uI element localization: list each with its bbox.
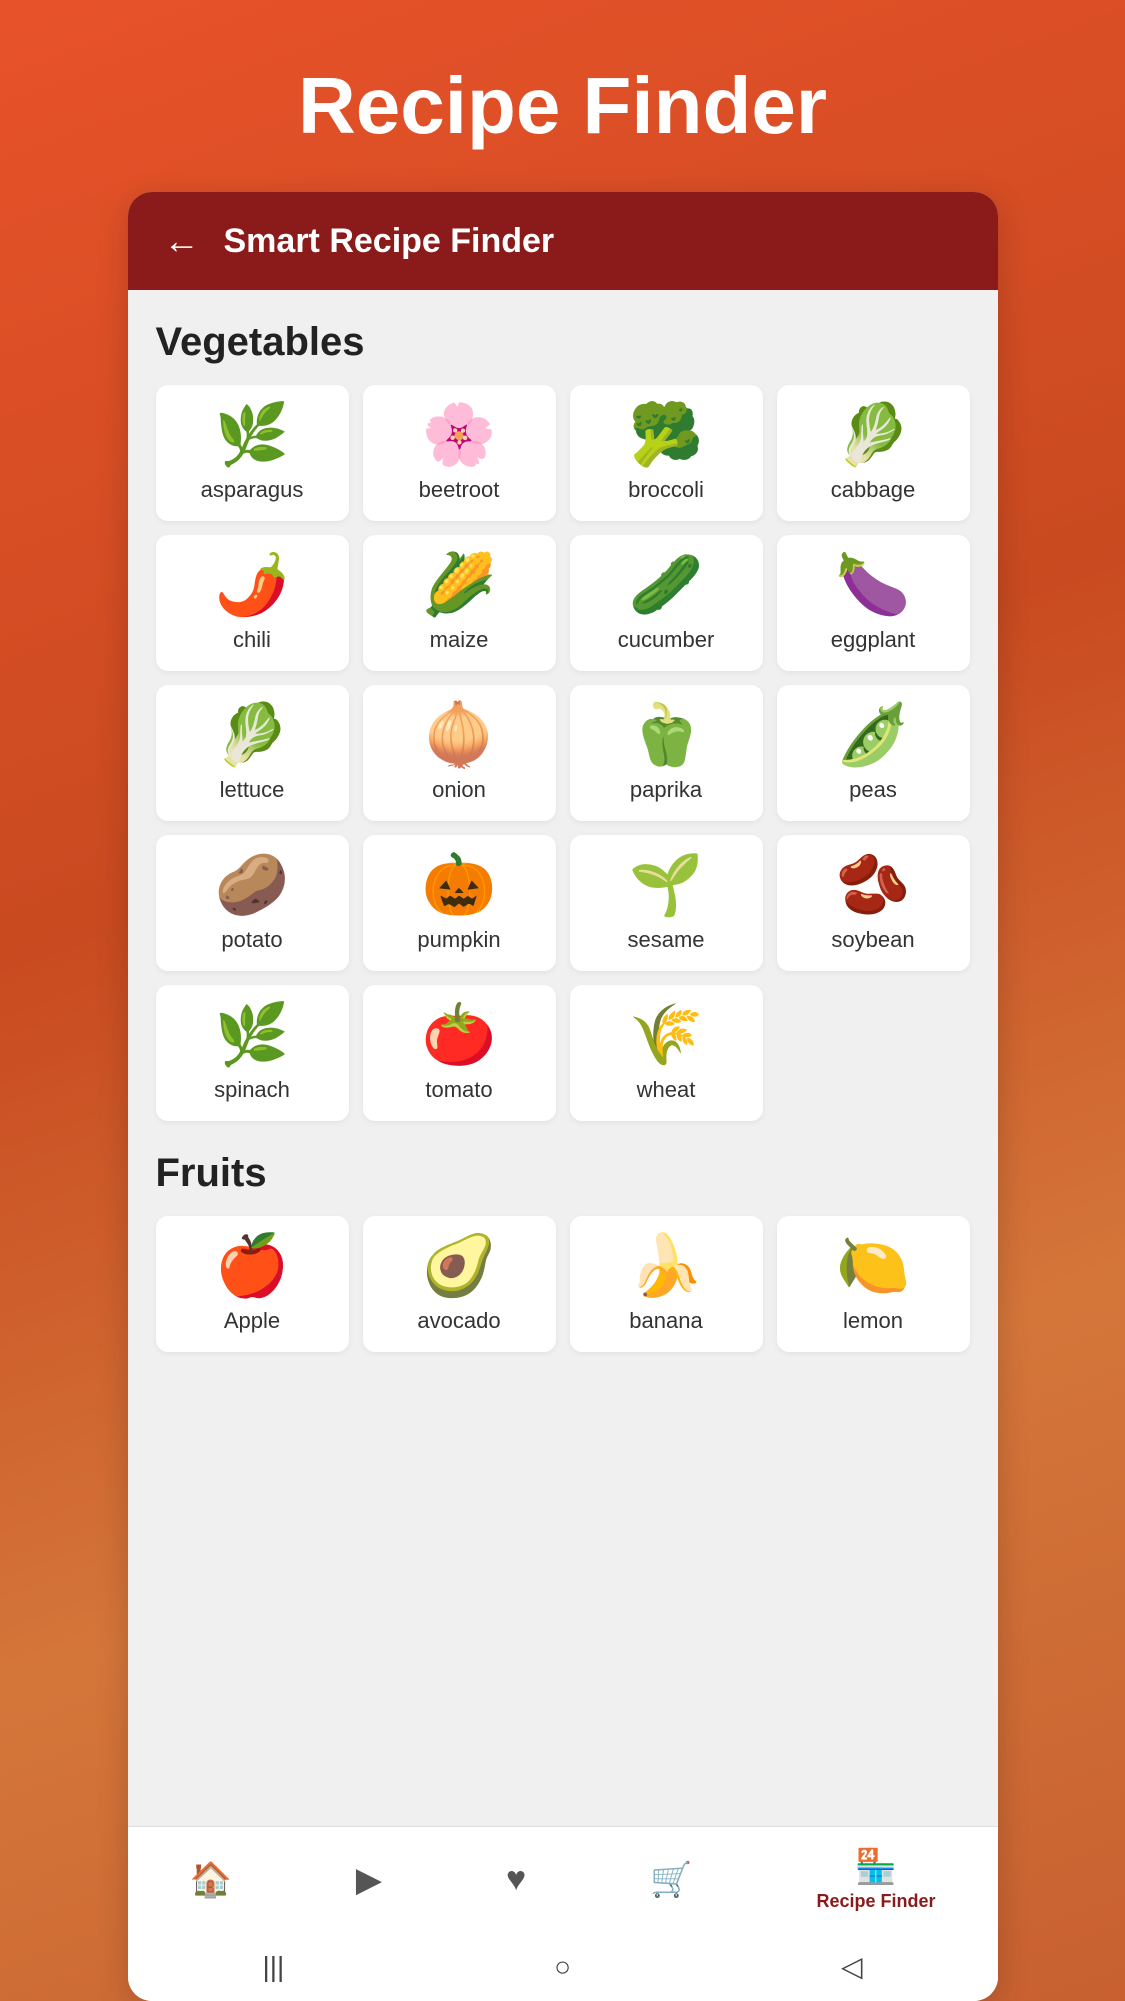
cabbage-icon: 🥬 bbox=[836, 405, 911, 465]
paprika-label: paprika bbox=[630, 777, 702, 803]
food-item-onion[interactable]: 🧅 onion bbox=[363, 685, 556, 821]
food-item-soybean[interactable]: 🫘 soybean bbox=[777, 835, 970, 971]
beetroot-icon: 🌸 bbox=[422, 405, 497, 465]
food-item-eggplant[interactable]: 🍆 eggplant bbox=[777, 535, 970, 671]
menu-button[interactable]: ||| bbox=[262, 1951, 284, 1983]
food-item-wheat[interactable]: 🌾 wheat bbox=[570, 985, 763, 1121]
food-item-lettuce[interactable]: 🥬 lettuce bbox=[156, 685, 349, 821]
heart-icon: ♥ bbox=[506, 1860, 526, 1899]
asparagus-icon: 🌿 bbox=[215, 405, 290, 465]
food-item-beetroot[interactable]: 🌸 beetroot bbox=[363, 385, 556, 521]
nav-home[interactable]: 🏠 bbox=[169, 1856, 251, 1904]
broccoli-icon: 🥦 bbox=[629, 405, 704, 465]
empty-placeholder bbox=[777, 985, 970, 1121]
sesame-label: sesame bbox=[627, 927, 704, 953]
avocado-icon: 🥑 bbox=[422, 1236, 497, 1296]
card-header: ← Smart Recipe Finder bbox=[128, 192, 998, 290]
food-item-cabbage[interactable]: 🥬 cabbage bbox=[777, 385, 970, 521]
paprika-icon: 🫑 bbox=[629, 705, 704, 765]
home-button[interactable]: ○ bbox=[554, 1951, 571, 1983]
back-button[interactable]: ← bbox=[164, 220, 200, 262]
broccoli-label: broccoli bbox=[628, 477, 704, 503]
eggplant-label: eggplant bbox=[831, 627, 915, 653]
nav-recipe-finder[interactable]: 🏪 Recipe Finder bbox=[796, 1843, 955, 1916]
cucumber-label: cucumber bbox=[618, 627, 715, 653]
vegetables-grid: 🌿 asparagus 🌸 beetroot 🥦 broccoli 🥬 cabb… bbox=[156, 385, 970, 1121]
cart-icon: 🛒 bbox=[650, 1860, 692, 1900]
food-item-pumpkin[interactable]: 🎃 pumpkin bbox=[363, 835, 556, 971]
food-item-sesame[interactable]: 🌱 sesame bbox=[570, 835, 763, 971]
food-item-peas[interactable]: 🫛 peas bbox=[777, 685, 970, 821]
fruits-section-title: Fruits bbox=[156, 1151, 970, 1196]
apple-label: Apple bbox=[224, 1308, 280, 1334]
tomato-icon: 🍅 bbox=[422, 1005, 497, 1065]
food-item-banana[interactable]: 🍌 banana bbox=[570, 1216, 763, 1352]
pumpkin-icon: 🎃 bbox=[422, 855, 497, 915]
sesame-icon: 🌱 bbox=[629, 855, 704, 915]
food-item-lemon[interactable]: 🍋 lemon bbox=[777, 1216, 970, 1352]
pumpkin-label: pumpkin bbox=[417, 927, 500, 953]
food-item-cucumber[interactable]: 🥒 cucumber bbox=[570, 535, 763, 671]
lettuce-label: lettuce bbox=[220, 777, 285, 803]
potato-label: potato bbox=[221, 927, 282, 953]
eggplant-icon: 🍆 bbox=[836, 555, 911, 615]
soybean-icon: 🫘 bbox=[836, 855, 911, 915]
back-system-button[interactable]: ◁ bbox=[841, 1950, 863, 1983]
soybean-label: soybean bbox=[831, 927, 914, 953]
potato-icon: 🥔 bbox=[215, 855, 290, 915]
spinach-icon: 🌿 bbox=[215, 1005, 290, 1065]
food-item-avocado[interactable]: 🥑 avocado bbox=[363, 1216, 556, 1352]
cucumber-icon: 🥒 bbox=[629, 555, 704, 615]
nav-favorites[interactable]: ♥ bbox=[486, 1856, 546, 1903]
wheat-icon: 🌾 bbox=[629, 1005, 704, 1065]
maize-label: maize bbox=[430, 627, 489, 653]
apple-icon: 🍎 bbox=[215, 1236, 290, 1296]
chili-label: chili bbox=[233, 627, 271, 653]
onion-icon: 🧅 bbox=[422, 705, 497, 765]
food-item-asparagus[interactable]: 🌿 asparagus bbox=[156, 385, 349, 521]
lemon-icon: 🍋 bbox=[836, 1236, 911, 1296]
peas-label: peas bbox=[849, 777, 897, 803]
header-title: Smart Recipe Finder bbox=[224, 222, 555, 261]
food-item-potato[interactable]: 🥔 potato bbox=[156, 835, 349, 971]
onion-label: onion bbox=[432, 777, 486, 803]
maize-icon: 🌽 bbox=[422, 555, 497, 615]
food-item-apple[interactable]: 🍎 Apple bbox=[156, 1216, 349, 1352]
lemon-label: lemon bbox=[843, 1308, 903, 1334]
card-body: Vegetables 🌿 asparagus 🌸 beetroot 🥦 broc… bbox=[128, 290, 998, 1826]
main-card: ← Smart Recipe Finder Vegetables 🌿 aspar… bbox=[128, 192, 998, 2001]
fruits-grid: 🍎 Apple 🥑 avocado 🍌 banana 🍋 lemon bbox=[156, 1216, 970, 1352]
chili-icon: 🌶️ bbox=[215, 555, 290, 615]
food-item-paprika[interactable]: 🫑 paprika bbox=[570, 685, 763, 821]
banana-label: banana bbox=[629, 1308, 702, 1334]
system-bar: ||| ○ ◁ bbox=[128, 1932, 998, 2001]
peas-icon: 🫛 bbox=[836, 705, 911, 765]
lettuce-icon: 🥬 bbox=[215, 705, 290, 765]
vegetables-section-title: Vegetables bbox=[156, 320, 970, 365]
beetroot-label: beetroot bbox=[419, 477, 500, 503]
recipe-finder-icon: 🏪 bbox=[855, 1847, 897, 1887]
food-item-tomato[interactable]: 🍅 tomato bbox=[363, 985, 556, 1121]
recipe-finder-nav-label: Recipe Finder bbox=[816, 1891, 935, 1912]
spinach-label: spinach bbox=[214, 1077, 290, 1103]
nav-cart[interactable]: 🛒 bbox=[630, 1856, 712, 1904]
food-item-maize[interactable]: 🌽 maize bbox=[363, 535, 556, 671]
food-item-chili[interactable]: 🌶️ chili bbox=[156, 535, 349, 671]
asparagus-label: asparagus bbox=[201, 477, 304, 503]
food-item-spinach[interactable]: 🌿 spinach bbox=[156, 985, 349, 1121]
bottom-nav: 🏠 ▶ ♥ 🛒 🏪 Recipe Finder bbox=[128, 1826, 998, 1932]
nav-play[interactable]: ▶ bbox=[336, 1856, 402, 1904]
banana-icon: 🍌 bbox=[629, 1236, 704, 1296]
avocado-label: avocado bbox=[417, 1308, 500, 1334]
wheat-label: wheat bbox=[637, 1077, 696, 1103]
cabbage-label: cabbage bbox=[831, 477, 915, 503]
play-icon: ▶ bbox=[356, 1860, 382, 1900]
food-item-broccoli[interactable]: 🥦 broccoli bbox=[570, 385, 763, 521]
app-title: Recipe Finder bbox=[0, 60, 1125, 152]
home-icon: 🏠 bbox=[189, 1860, 231, 1900]
tomato-label: tomato bbox=[425, 1077, 492, 1103]
